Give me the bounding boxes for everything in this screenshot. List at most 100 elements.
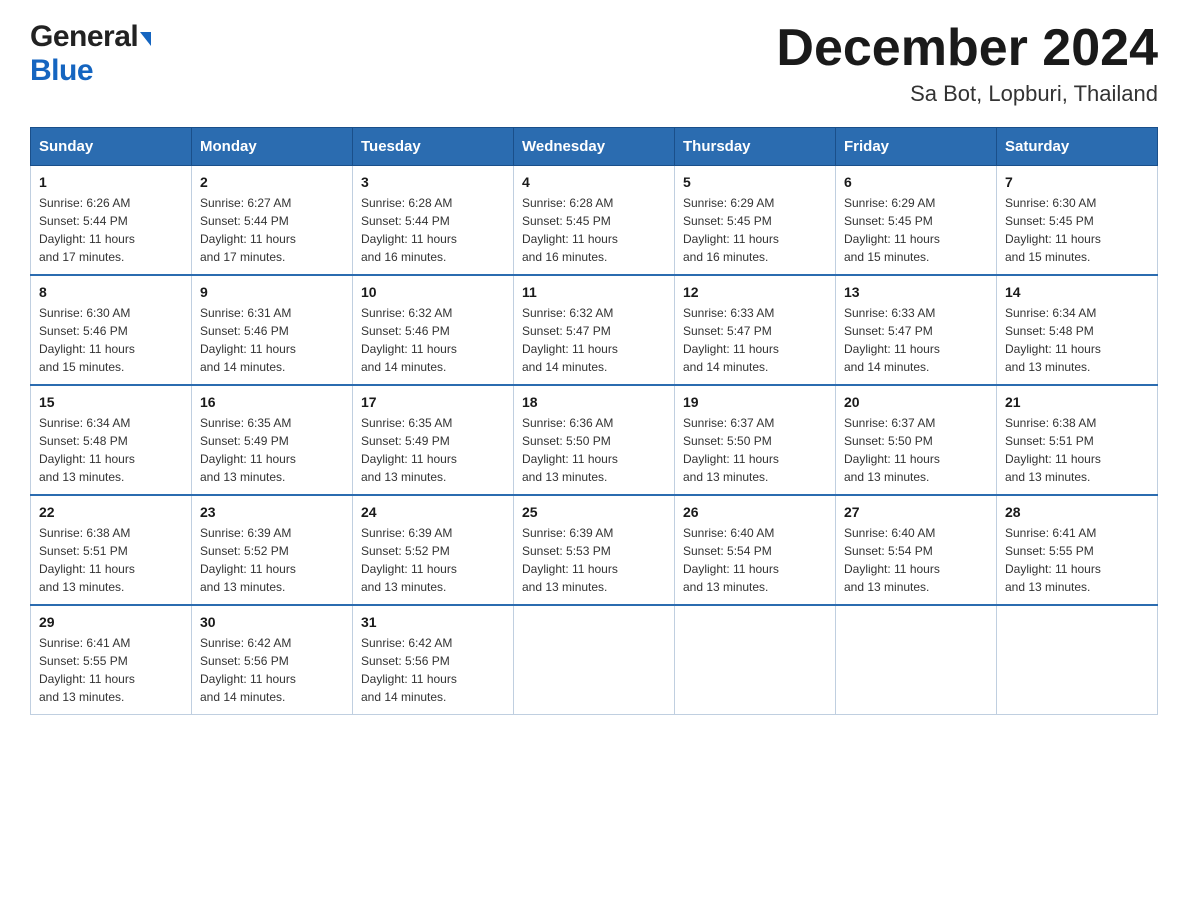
calendar-day-cell: 17 Sunrise: 6:35 AM Sunset: 5:49 PM Dayl… (353, 385, 514, 495)
calendar-day-cell: 27 Sunrise: 6:40 AM Sunset: 5:54 PM Dayl… (836, 495, 997, 605)
day-info: Sunrise: 6:35 AM Sunset: 5:49 PM Dayligh… (361, 414, 505, 486)
day-info: Sunrise: 6:35 AM Sunset: 5:49 PM Dayligh… (200, 414, 344, 486)
day-number: 8 (39, 284, 183, 300)
calendar-day-cell: 19 Sunrise: 6:37 AM Sunset: 5:50 PM Dayl… (675, 385, 836, 495)
day-info: Sunrise: 6:28 AM Sunset: 5:45 PM Dayligh… (522, 194, 666, 266)
day-number: 9 (200, 284, 344, 300)
day-number: 26 (683, 504, 827, 520)
day-info: Sunrise: 6:41 AM Sunset: 5:55 PM Dayligh… (1005, 524, 1149, 596)
calendar-day-cell: 2 Sunrise: 6:27 AM Sunset: 5:44 PM Dayli… (192, 166, 353, 276)
calendar-day-cell: 26 Sunrise: 6:40 AM Sunset: 5:54 PM Dayl… (675, 495, 836, 605)
calendar-day-cell: 9 Sunrise: 6:31 AM Sunset: 5:46 PM Dayli… (192, 275, 353, 385)
calendar-day-cell: 23 Sunrise: 6:39 AM Sunset: 5:52 PM Dayl… (192, 495, 353, 605)
calendar-week-row: 1 Sunrise: 6:26 AM Sunset: 5:44 PM Dayli… (31, 166, 1158, 276)
day-number: 16 (200, 394, 344, 410)
calendar-week-row: 8 Sunrise: 6:30 AM Sunset: 5:46 PM Dayli… (31, 275, 1158, 385)
day-number: 21 (1005, 394, 1149, 410)
day-info: Sunrise: 6:37 AM Sunset: 5:50 PM Dayligh… (683, 414, 827, 486)
calendar-day-cell: 16 Sunrise: 6:35 AM Sunset: 5:49 PM Dayl… (192, 385, 353, 495)
calendar-day-cell: 29 Sunrise: 6:41 AM Sunset: 5:55 PM Dayl… (31, 605, 192, 715)
calendar-table: Sunday Monday Tuesday Wednesday Thursday… (30, 127, 1158, 715)
calendar-day-cell: 18 Sunrise: 6:36 AM Sunset: 5:50 PM Dayl… (514, 385, 675, 495)
calendar-header-row: Sunday Monday Tuesday Wednesday Thursday… (31, 128, 1158, 166)
day-number: 15 (39, 394, 183, 410)
day-number: 22 (39, 504, 183, 520)
day-info: Sunrise: 6:42 AM Sunset: 5:56 PM Dayligh… (200, 634, 344, 706)
day-number: 3 (361, 174, 505, 190)
header-friday: Friday (836, 128, 997, 166)
header-monday: Monday (192, 128, 353, 166)
calendar-day-cell: 31 Sunrise: 6:42 AM Sunset: 5:56 PM Dayl… (353, 605, 514, 715)
day-number: 19 (683, 394, 827, 410)
day-number: 10 (361, 284, 505, 300)
day-info: Sunrise: 6:29 AM Sunset: 5:45 PM Dayligh… (844, 194, 988, 266)
calendar-day-cell: 25 Sunrise: 6:39 AM Sunset: 5:53 PM Dayl… (514, 495, 675, 605)
day-number: 6 (844, 174, 988, 190)
calendar-day-cell: 15 Sunrise: 6:34 AM Sunset: 5:48 PM Dayl… (31, 385, 192, 495)
day-info: Sunrise: 6:32 AM Sunset: 5:47 PM Dayligh… (522, 304, 666, 376)
logo-arrow-icon (140, 32, 151, 46)
day-number: 27 (844, 504, 988, 520)
day-number: 4 (522, 174, 666, 190)
calendar-day-cell (514, 605, 675, 715)
day-info: Sunrise: 6:39 AM Sunset: 5:52 PM Dayligh… (200, 524, 344, 596)
page-header: General Blue December 2024 Sa Bot, Lopbu… (30, 20, 1158, 107)
day-info: Sunrise: 6:42 AM Sunset: 5:56 PM Dayligh… (361, 634, 505, 706)
day-number: 2 (200, 174, 344, 190)
day-info: Sunrise: 6:31 AM Sunset: 5:46 PM Dayligh… (200, 304, 344, 376)
day-info: Sunrise: 6:27 AM Sunset: 5:44 PM Dayligh… (200, 194, 344, 266)
header-thursday: Thursday (675, 128, 836, 166)
day-number: 1 (39, 174, 183, 190)
day-number: 14 (1005, 284, 1149, 300)
calendar-week-row: 29 Sunrise: 6:41 AM Sunset: 5:55 PM Dayl… (31, 605, 1158, 715)
day-number: 7 (1005, 174, 1149, 190)
day-number: 24 (361, 504, 505, 520)
calendar-day-cell: 5 Sunrise: 6:29 AM Sunset: 5:45 PM Dayli… (675, 166, 836, 276)
day-number: 18 (522, 394, 666, 410)
day-info: Sunrise: 6:40 AM Sunset: 5:54 PM Dayligh… (683, 524, 827, 596)
calendar-week-row: 15 Sunrise: 6:34 AM Sunset: 5:48 PM Dayl… (31, 385, 1158, 495)
day-info: Sunrise: 6:39 AM Sunset: 5:53 PM Dayligh… (522, 524, 666, 596)
day-info: Sunrise: 6:37 AM Sunset: 5:50 PM Dayligh… (844, 414, 988, 486)
calendar-day-cell: 21 Sunrise: 6:38 AM Sunset: 5:51 PM Dayl… (997, 385, 1158, 495)
day-number: 20 (844, 394, 988, 410)
day-info: Sunrise: 6:30 AM Sunset: 5:45 PM Dayligh… (1005, 194, 1149, 266)
day-info: Sunrise: 6:26 AM Sunset: 5:44 PM Dayligh… (39, 194, 183, 266)
header-saturday: Saturday (997, 128, 1158, 166)
day-number: 31 (361, 614, 505, 630)
calendar-day-cell: 14 Sunrise: 6:34 AM Sunset: 5:48 PM Dayl… (997, 275, 1158, 385)
day-number: 12 (683, 284, 827, 300)
day-info: Sunrise: 6:29 AM Sunset: 5:45 PM Dayligh… (683, 194, 827, 266)
day-info: Sunrise: 6:33 AM Sunset: 5:47 PM Dayligh… (683, 304, 827, 376)
calendar-day-cell: 24 Sunrise: 6:39 AM Sunset: 5:52 PM Dayl… (353, 495, 514, 605)
calendar-day-cell (997, 605, 1158, 715)
calendar-week-row: 22 Sunrise: 6:38 AM Sunset: 5:51 PM Dayl… (31, 495, 1158, 605)
logo: General Blue (30, 20, 151, 88)
day-number: 30 (200, 614, 344, 630)
calendar-day-cell: 10 Sunrise: 6:32 AM Sunset: 5:46 PM Dayl… (353, 275, 514, 385)
logo-general-text: General (30, 20, 138, 54)
calendar-day-cell: 8 Sunrise: 6:30 AM Sunset: 5:46 PM Dayli… (31, 275, 192, 385)
calendar-title: December 2024 (776, 20, 1158, 77)
day-info: Sunrise: 6:34 AM Sunset: 5:48 PM Dayligh… (1005, 304, 1149, 376)
calendar-day-cell: 12 Sunrise: 6:33 AM Sunset: 5:47 PM Dayl… (675, 275, 836, 385)
day-info: Sunrise: 6:39 AM Sunset: 5:52 PM Dayligh… (361, 524, 505, 596)
calendar-day-cell: 13 Sunrise: 6:33 AM Sunset: 5:47 PM Dayl… (836, 275, 997, 385)
calendar-subtitle: Sa Bot, Lopburi, Thailand (776, 81, 1158, 107)
day-info: Sunrise: 6:40 AM Sunset: 5:54 PM Dayligh… (844, 524, 988, 596)
day-number: 5 (683, 174, 827, 190)
header-wednesday: Wednesday (514, 128, 675, 166)
day-info: Sunrise: 6:34 AM Sunset: 5:48 PM Dayligh… (39, 414, 183, 486)
calendar-day-cell (836, 605, 997, 715)
day-info: Sunrise: 6:36 AM Sunset: 5:50 PM Dayligh… (522, 414, 666, 486)
day-info: Sunrise: 6:30 AM Sunset: 5:46 PM Dayligh… (39, 304, 183, 376)
logo-blue-text: Blue (30, 54, 93, 87)
calendar-day-cell (675, 605, 836, 715)
calendar-day-cell: 6 Sunrise: 6:29 AM Sunset: 5:45 PM Dayli… (836, 166, 997, 276)
calendar-day-cell: 20 Sunrise: 6:37 AM Sunset: 5:50 PM Dayl… (836, 385, 997, 495)
calendar-day-cell: 11 Sunrise: 6:32 AM Sunset: 5:47 PM Dayl… (514, 275, 675, 385)
day-number: 28 (1005, 504, 1149, 520)
day-number: 29 (39, 614, 183, 630)
calendar-day-cell: 30 Sunrise: 6:42 AM Sunset: 5:56 PM Dayl… (192, 605, 353, 715)
day-info: Sunrise: 6:28 AM Sunset: 5:44 PM Dayligh… (361, 194, 505, 266)
